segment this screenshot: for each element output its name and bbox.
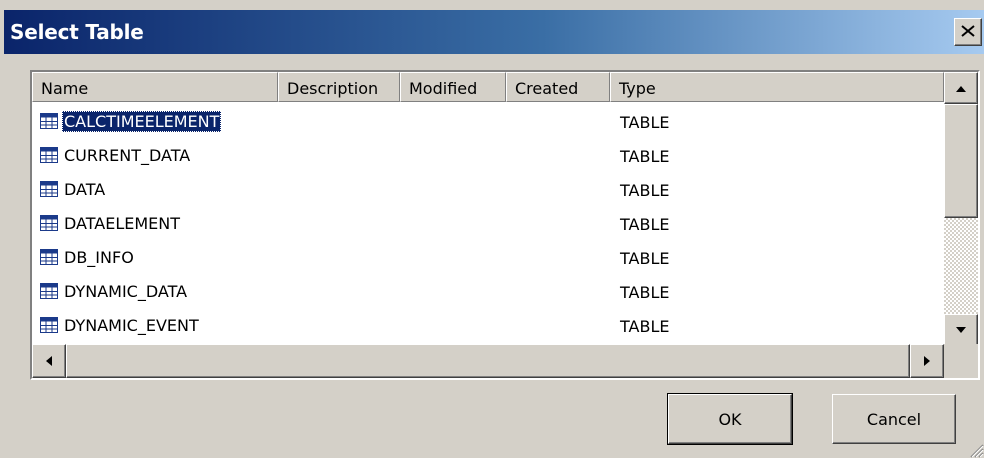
table-icon: [40, 249, 58, 265]
table-type: TABLE: [620, 283, 670, 302]
table-row[interactable]: DYNAMIC_EVENT TABLE: [32, 308, 944, 342]
table-icon: [40, 181, 58, 197]
close-icon: [961, 25, 975, 37]
table-row[interactable]: CURRENT_DATA TABLE: [32, 138, 944, 172]
table-row[interactable]: DYNAMIC_DATA TABLE: [32, 274, 944, 308]
column-header-description[interactable]: Description: [278, 72, 400, 102]
table-icon: [40, 215, 58, 231]
table-name: DYNAMIC_EVENT: [64, 315, 199, 335]
column-header-type[interactable]: Type: [610, 72, 944, 102]
scrollbar-corner: [944, 344, 978, 378]
column-header-name[interactable]: Name: [32, 72, 278, 102]
list-viewport: Name Description Modified Created Type C…: [32, 72, 944, 346]
close-button[interactable]: [954, 18, 982, 46]
table-name: DB_INFO: [64, 247, 134, 267]
table-name: CALCTIMEELEMENT: [62, 110, 222, 132]
table-icon: [40, 113, 58, 129]
table-type: TABLE: [620, 147, 670, 166]
scroll-up-button[interactable]: [944, 72, 978, 104]
arrow-down-icon: [956, 327, 966, 333]
title-bar[interactable]: Select Table: [4, 10, 984, 54]
vertical-scrollbar[interactable]: [944, 72, 978, 346]
horizontal-scrollbar[interactable]: [32, 344, 944, 378]
horizontal-scroll-thumb[interactable]: [66, 344, 910, 378]
row-name-cell: DB_INFO: [40, 245, 136, 269]
table-type: TABLE: [620, 181, 670, 200]
table-type: TABLE: [620, 249, 670, 268]
scroll-down-button[interactable]: [944, 314, 978, 346]
table-row[interactable]: DATAELEMENT TABLE: [32, 206, 944, 240]
table-type: TABLE: [620, 317, 670, 336]
dialog-title: Select Table: [10, 20, 144, 44]
table-row[interactable]: DATA TABLE: [32, 172, 944, 206]
table-row[interactable]: CALCTIMEELEMENT TABLE: [32, 104, 944, 138]
select-table-dialog: Select Table Name Description Modified C…: [0, 0, 984, 458]
table-icon: [40, 283, 58, 299]
row-name-cell: CURRENT_DATA: [40, 143, 192, 167]
resize-grip-icon[interactable]: [966, 440, 984, 458]
table-row[interactable]: DB_INFO TABLE: [32, 240, 944, 274]
arrow-left-icon: [46, 356, 52, 366]
table-name: DATAELEMENT: [64, 213, 181, 233]
cancel-button[interactable]: Cancel: [832, 394, 956, 444]
table-icon: [40, 317, 58, 333]
column-header-modified[interactable]: Modified: [400, 72, 506, 102]
row-name-cell: CALCTIMEELEMENT: [40, 109, 222, 133]
table-icon: [40, 147, 58, 163]
column-header-created[interactable]: Created: [506, 72, 610, 102]
scroll-right-button[interactable]: [910, 344, 944, 378]
table-type: TABLE: [620, 113, 670, 132]
table-name: DYNAMIC_DATA: [64, 281, 188, 301]
table-list[interactable]: Name Description Modified Created Type C…: [30, 70, 980, 380]
ok-button[interactable]: OK: [667, 393, 793, 445]
column-header-row: Name Description Modified Created Type: [32, 72, 944, 102]
table-rows: CALCTIMEELEMENT TABLE CURRENT_DATA TABLE DAT…: [32, 104, 944, 342]
scroll-left-button[interactable]: [32, 344, 66, 378]
table-type: TABLE: [620, 215, 670, 234]
table-name: DATA: [64, 179, 106, 199]
row-name-cell: DATAELEMENT: [40, 211, 182, 235]
arrow-up-icon: [956, 86, 966, 92]
table-name: CURRENT_DATA: [64, 145, 191, 165]
vertical-scroll-thumb[interactable]: [944, 104, 978, 218]
row-name-cell: DYNAMIC_EVENT: [40, 313, 201, 337]
arrow-right-icon: [924, 356, 930, 366]
row-name-cell: DATA: [40, 177, 107, 201]
row-name-cell: DYNAMIC_DATA: [40, 279, 189, 303]
